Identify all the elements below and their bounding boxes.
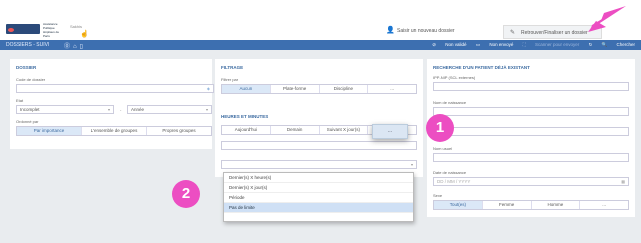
birth-name-input[interactable] (433, 107, 629, 116)
ipp-input[interactable] (433, 82, 629, 91)
hand-cursor-icon: ☝ (80, 31, 89, 38)
dossier-title: DOSSIER (16, 65, 37, 70)
scan-send-link[interactable]: ⛶ Scanner pour envoyer (523, 42, 580, 47)
ipp-label: IPP-NIP (SCL externes) (433, 75, 476, 80)
dob-label: Date de naissance (433, 170, 467, 175)
order-option-importance[interactable]: Par importance (17, 127, 82, 135)
time-input[interactable] (221, 141, 417, 150)
filter-option-more[interactable]: ... (368, 85, 416, 93)
hours-title: HEURES ET MINUTES (221, 114, 269, 119)
filter-option-discipline[interactable]: Discipline (320, 85, 369, 93)
pink-arrow-icon (588, 6, 626, 32)
nav-icons[interactable]: ⓪⌂▯ (64, 41, 86, 50)
state-select[interactable]: Incomplet ▾ (16, 105, 114, 114)
refresh-icon[interactable]: ↻ (589, 42, 593, 47)
state-value: Incomplet (20, 107, 40, 112)
dob-input[interactable]: DD / MM / YYYY ▦ (433, 177, 629, 186)
year-value: Année (131, 107, 145, 112)
not-sent-label: Non envoyé (489, 42, 514, 47)
order-option-all-groups[interactable]: L'ensemble de groupes (82, 127, 147, 135)
patient-panel: RECHERCHE D'UN PATIENT DÉJÀ EXISTANT IPP… (427, 59, 635, 217)
filter-option-none[interactable]: Aucun (222, 85, 271, 93)
dropdown-option-period[interactable]: Période (224, 193, 413, 203)
retrieve-folder-label: Retrouver/Finaliser un dossier (521, 30, 588, 36)
scan-send-label: Scanner pour envoyer (535, 42, 580, 47)
filter-label: Filtrer par (221, 77, 239, 82)
nav-actions: ⊘ Non validé ▭ Non envoyé ⛶ Scanner pour… (424, 42, 635, 48)
first-name-input[interactable] (433, 127, 629, 136)
annotation-circle-two: 2 (172, 180, 200, 208)
patient-title: RECHERCHE D'UN PATIENT DÉJÀ EXISTANT (433, 65, 530, 70)
not-sent-link[interactable]: ▭ Non envoyé (476, 42, 514, 47)
sex-label: Sexe (433, 193, 443, 198)
not-validated-label: Non validé (445, 42, 467, 47)
code-input[interactable]: ◈ (16, 84, 214, 93)
filter-option-platform[interactable]: Plate-forme (271, 85, 320, 93)
time-dropdown-list: Dernier(s) X heure(s) Dernier(s) X jour(… (223, 172, 414, 222)
state-label: Etat (16, 98, 24, 103)
top-bar: Assistance Publique Hôpitaux de Paris Sa… (0, 0, 641, 40)
time-option-tomorrow[interactable]: Demain (271, 126, 320, 134)
used-name-label: Nom usuel (433, 146, 453, 151)
app-name: Sakhis (70, 24, 83, 29)
separator-dash: - (120, 107, 122, 112)
new-folder-link[interactable]: Saisir un nouveau dossier (397, 28, 455, 34)
order-segmented: Par importance L'ensemble de groupes Pro… (16, 126, 212, 136)
sex-option-male[interactable]: Homme (532, 201, 581, 209)
tag-icon: ◈ (206, 86, 210, 91)
time-option-next-days[interactable]: Suivant X jour(s) (320, 126, 369, 134)
nav-icon-1[interactable]: ⓪ (64, 44, 73, 50)
sex-option-more[interactable]: ... (580, 201, 628, 209)
annotation-circle-one: 1 (426, 114, 454, 142)
time-select[interactable]: ▾ (221, 160, 417, 169)
more-options-popup[interactable]: ... (372, 124, 408, 139)
sex-option-all[interactable]: Tout(es) (434, 201, 483, 209)
filtrage-title: FILTRAGE (221, 65, 244, 70)
order-label: Ordonné par (16, 119, 39, 124)
birth-name-label: Nom de naissance (433, 100, 467, 105)
search-label: Chercher (616, 42, 635, 47)
year-select[interactable]: Année ▾ (127, 105, 212, 114)
dropdown-option-last-hours[interactable]: Dernier(s) X heure(s) (224, 173, 413, 183)
chevron-down-icon: ▾ (107, 107, 110, 112)
heart-logo-icon (8, 28, 14, 32)
chevron-down-icon: ▾ (410, 162, 413, 167)
not-validated-link[interactable]: ⊘ Non validé (432, 42, 466, 47)
dropdown-option-no-limit[interactable]: Pas de limite (224, 203, 413, 213)
filtrage-panel: FILTRAGE Filtrer par Aucun Plate-forme D… (215, 59, 423, 177)
dropdown-option-last-days[interactable]: Dernier(s) X jour(s) (224, 183, 413, 193)
sex-segmented: Tout(es) Femme Homme ... (433, 200, 629, 210)
add-user-icon: 👤 (386, 27, 395, 34)
search-link[interactable]: 🔍 Chercher (602, 42, 635, 47)
nav-home-icon[interactable]: ⌂ (73, 44, 80, 50)
dob-placeholder: DD / MM / YYYY (437, 179, 471, 184)
used-name-input[interactable] (433, 153, 629, 162)
order-option-own-groups[interactable]: Propres groupes (147, 127, 211, 135)
code-label: Code de dossier (16, 77, 46, 82)
time-option-today[interactable]: Aujourd'hui (222, 126, 271, 134)
sex-option-female[interactable]: Femme (483, 201, 532, 209)
dossier-panel: DOSSIER Code de dossier ◈ Etat Incomplet… (10, 59, 214, 149)
chevron-down-icon: ▾ (205, 107, 208, 112)
calendar-icon[interactable]: ▦ (621, 179, 625, 184)
brand-subtitle: Assistance Publique Hôpitaux de Paris (43, 22, 60, 38)
nav-icon-3[interactable]: ▯ (80, 44, 86, 50)
filter-segmented: Aucun Plate-forme Discipline ... (221, 84, 417, 94)
nav-title: DOSSIERS - SUIVI (6, 42, 50, 48)
edit-icon: ✎ (510, 30, 516, 36)
nav-bar: DOSSIERS - SUIVI ⓪⌂▯ ⊘ Non validé ▭ Non … (0, 40, 641, 50)
